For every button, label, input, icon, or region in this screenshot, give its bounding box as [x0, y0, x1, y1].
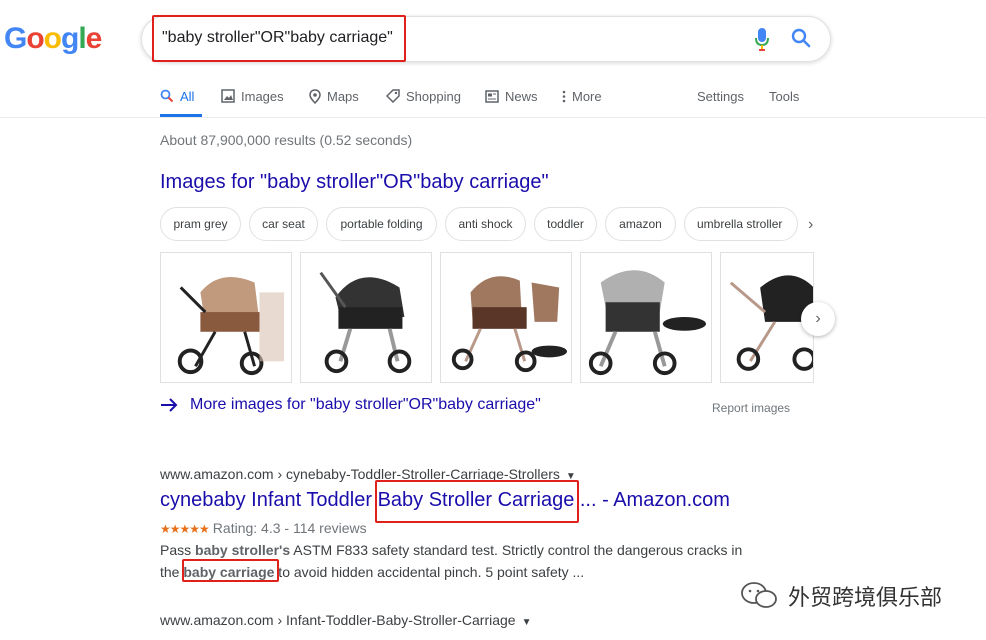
snippet-text: ASTM F833 safety standard test. Strictly… [290, 542, 743, 558]
chip-amazon[interactable]: amazon [605, 207, 676, 241]
wechat-icon [741, 582, 777, 608]
tab-label: Tools [769, 88, 800, 104]
more-vert-icon [562, 90, 566, 102]
chip-toddler[interactable]: toddler [534, 207, 597, 241]
more-images-link[interactable]: More images for "baby stroller"OR"baby c… [160, 396, 541, 414]
chip-portable-folding[interactable]: portable folding [326, 207, 437, 241]
tab-label: Images [241, 88, 284, 104]
snippet-text: the [160, 564, 184, 580]
watermark-text: 外贸跨境俱乐部 [788, 585, 943, 610]
tab-label: Maps [327, 88, 359, 104]
chip-umbrella-stroller[interactable]: umbrella stroller [684, 207, 798, 241]
header-divider [0, 117, 986, 118]
tab-tools[interactable]: Tools [769, 87, 799, 105]
watermark: 外贸跨境俱乐部 [740, 580, 942, 612]
arrow-right-icon [161, 398, 178, 412]
star-rating-icon: ★★★★★ [160, 522, 210, 536]
rating-text: Rating: 4.3 - 114 reviews [212, 520, 367, 536]
title-text: ... - Amazon.com [574, 489, 730, 511]
snippet-highlight-box [182, 559, 279, 582]
title-text: cynebaby Infant Toddler [160, 489, 378, 511]
search-icon [160, 89, 174, 103]
image-icon [221, 89, 235, 103]
chevron-right-icon[interactable]: › [808, 216, 813, 234]
tab-settings[interactable]: Settings [697, 87, 744, 105]
more-images-label: More images for "baby stroller"OR"baby c… [190, 396, 541, 413]
result-cite[interactable]: www.amazon.com › Infant-Toddler-Baby-Str… [160, 612, 531, 628]
tag-icon [386, 89, 400, 103]
logo-letter: e [85, 22, 103, 55]
chip-car-seat[interactable]: car seat [249, 207, 318, 241]
result-stats: About 87,900,000 results (0.52 seconds) [160, 132, 413, 148]
tab-news[interactable]: News [485, 87, 538, 105]
google-logo[interactable]: Google [4, 22, 103, 56]
logo-letter: o [26, 22, 44, 55]
logo-letter: G [4, 22, 27, 55]
report-images-link[interactable]: Report images [712, 401, 790, 415]
tab-label: News [505, 88, 538, 104]
stroller-thumbnail[interactable] [720, 252, 814, 383]
stroller-thumbnail[interactable] [580, 252, 712, 383]
logo-letter: g [61, 22, 79, 55]
result-rating: ★★★★★ Rating: 4.3 - 114 reviews [160, 520, 367, 536]
snippet-text: to avoid hidden accidental pinch. 5 poin… [274, 564, 585, 580]
caret-down-icon[interactable]: ▼ [522, 617, 532, 628]
tab-maps[interactable]: Maps [309, 87, 359, 105]
snippet-text: Pass [160, 542, 196, 558]
result-snippet-line: Pass baby stroller's ASTM F833 safety st… [160, 542, 742, 558]
stroller-thumbnail[interactable] [160, 252, 292, 383]
title-highlight-box [375, 480, 579, 523]
images-heading[interactable]: Images for "baby stroller"OR"baby carria… [160, 171, 549, 194]
logo-letter: l [78, 22, 86, 55]
snippet-bold: baby stroller's [195, 542, 291, 558]
stroller-thumbnail[interactable] [440, 252, 572, 383]
chip-pram-grey[interactable]: pram grey [160, 207, 241, 241]
tab-more[interactable]: More [562, 87, 602, 105]
query-highlight-box [152, 15, 406, 62]
carousel-next-button[interactable]: › [801, 302, 835, 336]
tab-all[interactable]: All [160, 87, 194, 105]
tab-label: More [572, 88, 602, 104]
tab-label: Shopping [406, 88, 461, 104]
search-icon[interactable] [791, 28, 811, 48]
chip-anti-shock[interactable]: anti shock [445, 207, 526, 241]
news-icon [485, 89, 499, 103]
cite-url: www.amazon.com › Infant-Toddler-Baby-Str… [160, 612, 516, 628]
logo-letter: o [43, 22, 62, 55]
tab-label: Settings [697, 88, 744, 104]
tab-images[interactable]: Images [221, 87, 284, 105]
chevron-right-icon: › [815, 310, 821, 327]
tab-label: All [180, 88, 195, 104]
microphone-icon[interactable] [755, 28, 769, 52]
stroller-thumbnail[interactable] [300, 252, 432, 383]
map-pin-icon [309, 88, 321, 104]
tab-shopping[interactable]: Shopping [386, 87, 461, 105]
